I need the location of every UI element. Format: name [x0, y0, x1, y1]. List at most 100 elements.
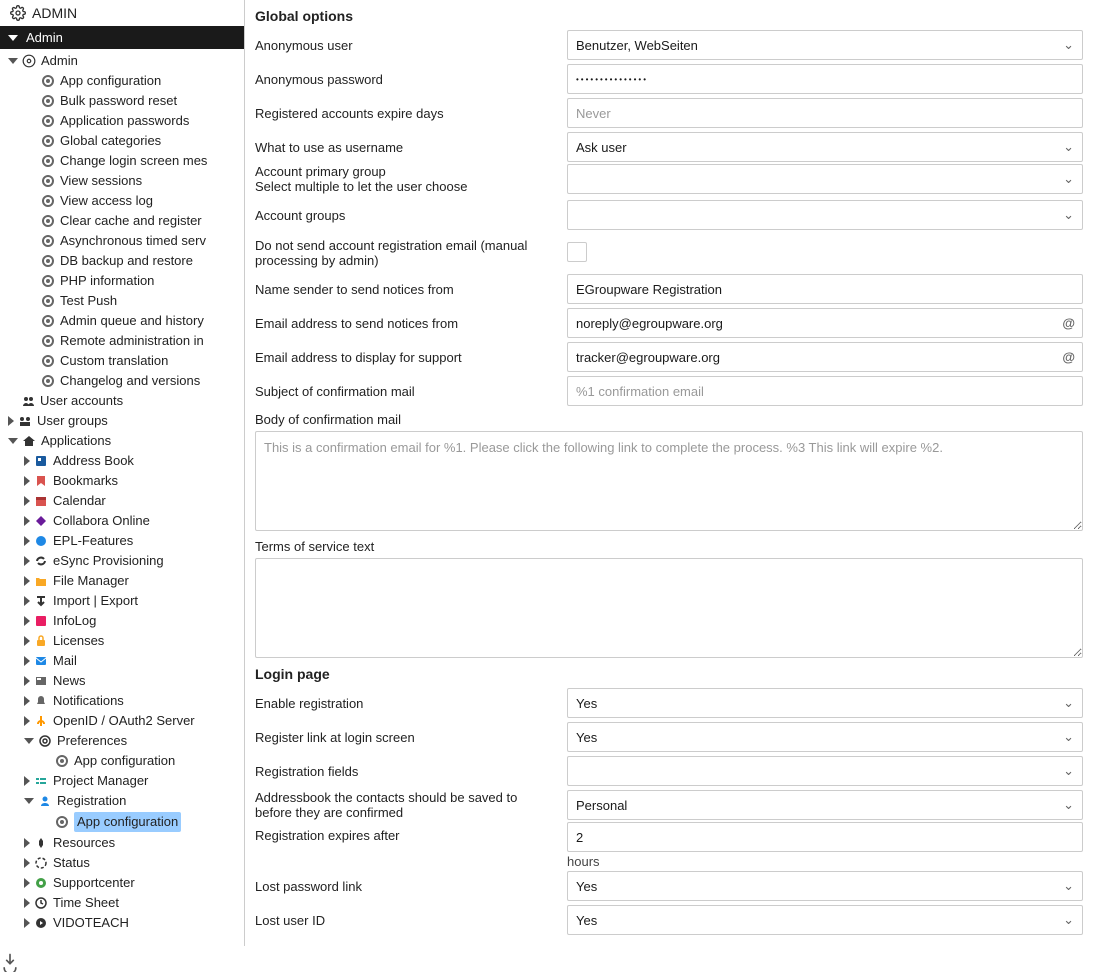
tree-change-login[interactable]: Change login screen mes — [0, 151, 244, 171]
download-icon — [0, 952, 20, 972]
input-reg-expire[interactable]: Never — [567, 98, 1083, 128]
select-anon-user[interactable]: Benutzer, WebSeiten⌄ — [567, 30, 1083, 60]
label-body-conf: Body of confirmation mail — [255, 412, 1083, 427]
checkbox-donot-send[interactable] — [567, 242, 587, 262]
tree-user-accounts[interactable]: User accounts — [0, 391, 244, 411]
tree-app-infolog[interactable]: InfoLog — [0, 611, 244, 631]
textarea-body-conf[interactable]: This is a confirmation email for %1. Ple… — [255, 431, 1083, 531]
tree-app-news[interactable]: News — [0, 671, 244, 691]
tree-async[interactable]: Asynchronous timed serv — [0, 231, 244, 251]
select-addressbook[interactable]: Personal⌄ — [567, 790, 1083, 820]
tree-app-esync[interactable]: eSync Provisioning — [0, 551, 244, 571]
tree-bulk-pw[interactable]: Bulk password reset — [0, 91, 244, 111]
input-anon-pw[interactable]: ••••••••••••••• — [567, 64, 1083, 94]
tree-changelog[interactable]: Changelog and versions — [0, 371, 244, 391]
tree-app-resources[interactable]: Resources — [0, 833, 244, 853]
label-subj-conf: Subject of confirmation mail — [255, 384, 555, 399]
at-icon: @ — [1062, 350, 1075, 365]
tree-app-licenses[interactable]: Licenses — [0, 631, 244, 651]
tree-view-sessions[interactable]: View sessions — [0, 171, 244, 191]
tree-db-backup[interactable]: DB backup and restore — [0, 251, 244, 271]
textarea-tos[interactable] — [255, 558, 1083, 658]
tree-app-addressbook[interactable]: Address Book — [0, 451, 244, 471]
select-account-groups[interactable]: ⌄ — [567, 200, 1083, 230]
tree-global-cat[interactable]: Global categories — [0, 131, 244, 151]
bullet-icon — [40, 213, 56, 229]
tree-app-calendar[interactable]: Calendar — [0, 491, 244, 511]
tree-app-pw[interactable]: Application passwords — [0, 111, 244, 131]
tree-app-epl[interactable]: EPL-Features — [0, 531, 244, 551]
tree-php-info[interactable]: PHP information — [0, 271, 244, 291]
label-anon-user: Anonymous user — [255, 38, 555, 53]
chevron-right-icon — [24, 636, 30, 646]
chevron-down-icon: ⌄ — [1063, 139, 1074, 155]
bullet-icon — [40, 173, 56, 189]
input-subj-conf[interactable]: %1 confirmation email — [567, 376, 1083, 406]
input-email-support[interactable]: tracker@egroupware.org — [567, 342, 1083, 372]
tree-app-mail[interactable]: Mail — [0, 651, 244, 671]
bookmark-icon — [33, 473, 49, 489]
bullet-icon — [40, 73, 56, 89]
tree-remote-admin[interactable]: Remote administration in — [0, 331, 244, 351]
label-anon-pw: Anonymous password — [255, 72, 555, 87]
tree-test-push[interactable]: Test Push — [0, 291, 244, 311]
news-icon — [33, 673, 49, 689]
section-global-options: Global options — [255, 0, 1083, 28]
chevron-down-icon: ⌄ — [1063, 695, 1074, 711]
tree-app-import[interactable]: Import | Export — [0, 591, 244, 611]
chevron-right-icon — [24, 776, 30, 786]
tree-app-vidoteach[interactable]: VIDOTEACH — [0, 913, 244, 933]
bullet-icon — [54, 814, 70, 830]
select-lost-pw[interactable]: Yes⌄ — [567, 871, 1083, 901]
tree-app-timesheet[interactable]: Time Sheet — [0, 893, 244, 913]
tree-app-support[interactable]: Supportcenter — [0, 873, 244, 893]
tree-user-groups[interactable]: User groups — [0, 411, 244, 431]
tree-app-config[interactable]: App configuration — [0, 71, 244, 91]
tree-reg-appconfig[interactable]: App configuration — [0, 811, 244, 833]
sidebar: ADMIN Admin Admin App configuration Bulk… — [0, 0, 245, 978]
label-reg-fields: Registration fields — [255, 764, 555, 779]
tree-app-openid[interactable]: OpenID / OAuth2 Server — [0, 711, 244, 731]
gear-icon — [37, 733, 53, 749]
bullet-icon — [40, 93, 56, 109]
bell-icon — [33, 693, 49, 709]
select-what-username[interactable]: Ask user⌄ — [567, 132, 1083, 162]
select-reg-fields[interactable]: ⌄ — [567, 756, 1083, 786]
tree-app-bookmarks[interactable]: Bookmarks — [0, 471, 244, 491]
tree-app-notifications[interactable]: Notifications — [0, 691, 244, 711]
input-reg-expires-after[interactable]: 2 — [567, 822, 1083, 852]
tree-custom-trans[interactable]: Custom translation — [0, 351, 244, 371]
tree-admin-queue[interactable]: Admin queue and history — [0, 311, 244, 331]
chevron-right-icon — [24, 576, 30, 586]
chevron-down-icon — [24, 738, 34, 744]
tree-app-filemanager[interactable]: File Manager — [0, 571, 244, 591]
select-reg-link[interactable]: Yes⌄ — [567, 722, 1083, 752]
tree-app-status[interactable]: Status — [0, 853, 244, 873]
select-enable-reg[interactable]: Yes⌄ — [567, 688, 1083, 718]
tree-app-projectmgr[interactable]: Project Manager — [0, 771, 244, 791]
addressbook-icon — [33, 453, 49, 469]
select-lost-id[interactable]: Yes⌄ — [567, 905, 1083, 935]
tree-app-preferences[interactable]: Preferences — [0, 731, 244, 751]
chevron-down-icon — [8, 35, 18, 41]
users-icon — [20, 393, 36, 409]
tree-view-access[interactable]: View access log — [0, 191, 244, 211]
select-primary-group[interactable]: ⌄ — [567, 164, 1083, 194]
tree-applications[interactable]: Applications — [0, 431, 244, 451]
nav-tree: Admin App configuration Bulk password re… — [0, 49, 244, 935]
bullet-icon — [40, 333, 56, 349]
download-button[interactable] — [0, 946, 245, 978]
tree-pref-appconfig[interactable]: App configuration — [0, 751, 244, 771]
label-reg-expire: Registered accounts expire days — [255, 106, 555, 121]
bullet-icon — [40, 133, 56, 149]
section-bar-admin[interactable]: Admin — [0, 26, 244, 49]
bullet-icon — [40, 153, 56, 169]
chevron-right-icon — [24, 838, 30, 848]
tree-app-registration[interactable]: Registration — [0, 791, 244, 811]
tree-clear-cache[interactable]: Clear cache and register — [0, 211, 244, 231]
group-icon — [17, 413, 33, 429]
input-email-send[interactable]: noreply@egroupware.org — [567, 308, 1083, 338]
tree-admin[interactable]: Admin — [0, 51, 244, 71]
tree-app-collabora[interactable]: Collabora Online — [0, 511, 244, 531]
input-name-sender[interactable]: EGroupware Registration — [567, 274, 1083, 304]
